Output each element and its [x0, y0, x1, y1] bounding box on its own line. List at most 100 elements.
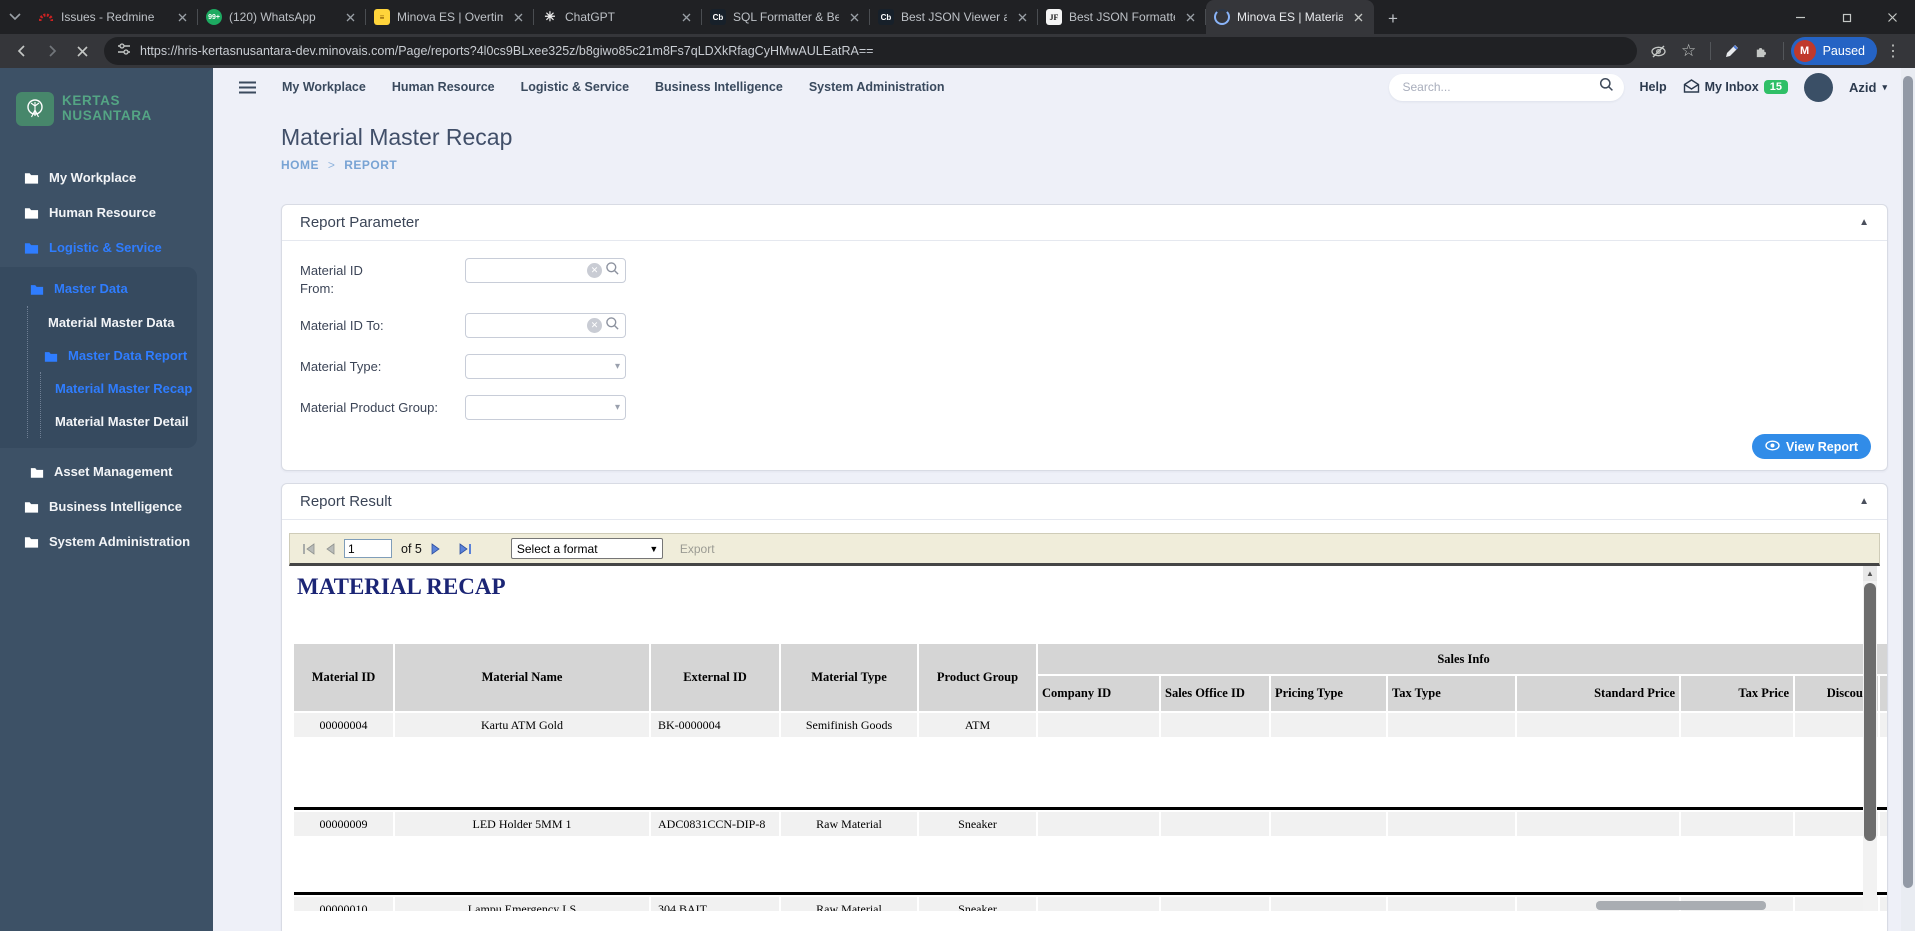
first-page-icon[interactable]: [302, 542, 315, 555]
search-icon[interactable]: [1599, 77, 1614, 97]
sidebar-item-my-workplace[interactable]: My Workplace: [0, 160, 213, 195]
browser-tab-json-formatter[interactable]: JF Best JSON Formatter and: [1038, 0, 1206, 34]
user-avatar[interactable]: [1804, 72, 1834, 102]
topnav-right: Help My Inbox 15 Azid ▾: [1388, 72, 1887, 102]
tab-close-icon[interactable]: [510, 9, 526, 25]
tab-close-icon[interactable]: [1350, 9, 1366, 25]
report-vertical-scrollbar[interactable]: ▲: [1863, 566, 1877, 911]
tab-close-icon[interactable]: [1014, 9, 1030, 25]
pen-extension-icon[interactable]: [1718, 37, 1746, 65]
browser-tab-minova-overtime[interactable]: ≡ Minova ES | Overtime: [366, 0, 534, 34]
window-minimize-button[interactable]: [1777, 0, 1823, 34]
tab-close-icon[interactable]: [342, 9, 358, 25]
bookmark-star-icon[interactable]: ☆: [1675, 37, 1703, 65]
browser-tab-redmine[interactable]: Issues - Redmine: [30, 0, 198, 34]
page-scrollbar-thumb[interactable]: [1903, 76, 1913, 888]
browser-tab-chatgpt[interactable]: ✳ ChatGPT: [534, 0, 702, 34]
search-input[interactable]: [1402, 80, 1599, 94]
parameter-form: Material ID From: ✕ Material ID To: ✕ Ma…: [282, 241, 1887, 421]
page-scrollbar[interactable]: [1901, 68, 1915, 931]
sidebar-item-material-master-recap[interactable]: Material Master Recap: [41, 372, 197, 405]
lookup-search-icon[interactable]: [605, 316, 620, 336]
tab-close-icon[interactable]: [678, 9, 694, 25]
material-id-to-input[interactable]: ✕: [465, 313, 626, 339]
export-format-select[interactable]: Select a format ▼: [510, 538, 663, 559]
clear-icon[interactable]: ✕: [587, 318, 602, 334]
sidebar-item-master-data-report[interactable]: Master Data Report: [28, 339, 197, 372]
topnav-item-system-administration[interactable]: System Administration: [809, 80, 945, 94]
sidebar-item-human-resource[interactable]: Human Resource: [0, 195, 213, 230]
hamburger-menu-icon[interactable]: [239, 81, 256, 94]
stop-loading-icon[interactable]: [68, 37, 96, 65]
tab-search-chevron-icon[interactable]: [0, 0, 30, 34]
report-pager-toolbar: of 5 Select a format ▼ Export: [289, 533, 1880, 566]
jsonformatter-icon: JF: [1046, 9, 1062, 25]
sidebar-item-material-master-detail[interactable]: Material Master Detail: [41, 405, 197, 438]
help-link[interactable]: Help: [1640, 80, 1667, 94]
material-type-select[interactable]: ▾: [465, 354, 626, 380]
chevron-down-icon: ▾: [1882, 81, 1887, 92]
last-page-icon[interactable]: [459, 542, 472, 555]
tab-close-icon[interactable]: [846, 9, 862, 25]
window-maximize-button[interactable]: [1823, 0, 1869, 34]
export-link[interactable]: Export: [680, 542, 715, 556]
whatsapp-icon: 99+: [206, 9, 222, 25]
tab-title: SQL Formatter & Beautifie: [733, 10, 839, 24]
sidebar-item-business-intelligence[interactable]: Business Intelligence: [0, 489, 213, 524]
sidebar-group-master-data: Material Master Data Master Data Report …: [27, 306, 197, 438]
window-close-button[interactable]: [1869, 0, 1915, 34]
user-menu[interactable]: Azid ▾: [1849, 80, 1887, 95]
browser-tab-json-viewer[interactable]: Cb Best JSON Viewer and JSO: [870, 0, 1038, 34]
material-id-from-input[interactable]: ✕: [465, 258, 626, 283]
page-number-input[interactable]: [344, 539, 392, 558]
sidebar-item-system-administration[interactable]: System Administration: [0, 524, 213, 559]
browser-tab-material-master-active[interactable]: Minova ES | Material Mast: [1206, 0, 1374, 34]
new-tab-button[interactable]: +: [1378, 4, 1408, 34]
browser-tab-whatsapp[interactable]: 99+ (120) WhatsApp: [198, 0, 366, 34]
url-bar[interactable]: https://hris-kertasnusantara-dev.minovai…: [104, 37, 1637, 65]
collapse-up-icon[interactable]: ▲: [1859, 496, 1869, 507]
report-result-header[interactable]: Report Result ▲: [282, 484, 1887, 520]
my-inbox-link[interactable]: My Inbox 15: [1683, 78, 1789, 96]
report-horizontal-scrollbar-thumb[interactable]: [1596, 901, 1766, 910]
scrollbar-thumb[interactable]: [1864, 583, 1876, 841]
sidebar-item-material-master-data[interactable]: Material Master Data: [28, 306, 197, 339]
sidebar-item-master-data[interactable]: Master Data: [0, 271, 197, 306]
forward-icon[interactable]: [38, 37, 66, 65]
url-text[interactable]: https://hris-kertasnusantara-dev.minovai…: [140, 44, 873, 58]
tab-close-icon[interactable]: [1182, 9, 1198, 25]
report-table-wrap: Material ID Material Name External ID Ma…: [292, 642, 1887, 911]
extensions-puzzle-icon[interactable]: [1748, 37, 1776, 65]
material-product-group-select[interactable]: ▾: [465, 395, 626, 421]
table-row: 00000009 LED Holder 5MM 1 ADC0831CCN-DIP…: [294, 812, 1887, 836]
previous-page-icon[interactable]: [324, 542, 335, 555]
col-header-company-id: Company ID: [1038, 676, 1159, 711]
clear-icon[interactable]: ✕: [587, 263, 602, 278]
browser-tab-sql-formatter[interactable]: Cb SQL Formatter & Beautifie: [702, 0, 870, 34]
lookup-search-icon[interactable]: [605, 261, 620, 281]
search-box[interactable]: [1388, 73, 1624, 101]
sidebar-item-logistic-service[interactable]: Logistic & Service: [0, 230, 213, 265]
breadcrumb-home-link[interactable]: HOME: [281, 158, 319, 172]
sidebar-item-asset-management[interactable]: Asset Management: [0, 454, 213, 489]
browser-menu-dots-icon[interactable]: ⋮: [1879, 37, 1907, 65]
breadcrumb-report-link[interactable]: REPORT: [344, 158, 397, 172]
breadcrumb: HOME > REPORT: [281, 158, 1888, 172]
col-header-material-type: Material Type: [781, 644, 917, 711]
site-settings-icon[interactable]: [116, 41, 132, 62]
tab-close-icon[interactable]: [174, 9, 190, 25]
profile-button[interactable]: M Paused: [1790, 37, 1877, 65]
topnav-item-business-intelligence[interactable]: Business Intelligence: [655, 80, 783, 94]
topnav-item-my-workplace[interactable]: My Workplace: [282, 80, 366, 94]
topnav-item-logistic-service[interactable]: Logistic & Service: [521, 80, 629, 94]
next-page-icon[interactable]: [431, 542, 442, 555]
scroll-up-icon[interactable]: ▲: [1863, 566, 1877, 581]
collapse-up-icon[interactable]: ▲: [1859, 217, 1869, 228]
view-report-button[interactable]: View Report: [1751, 434, 1871, 459]
report-title: MATERIAL RECAP: [297, 574, 506, 599]
back-icon[interactable]: [8, 37, 36, 65]
report-parameter-header[interactable]: Report Parameter ▲: [282, 205, 1887, 241]
topnav-item-human-resource[interactable]: Human Resource: [392, 80, 495, 94]
eye-blocked-icon[interactable]: [1645, 37, 1673, 65]
folder-open-icon: [44, 350, 58, 362]
